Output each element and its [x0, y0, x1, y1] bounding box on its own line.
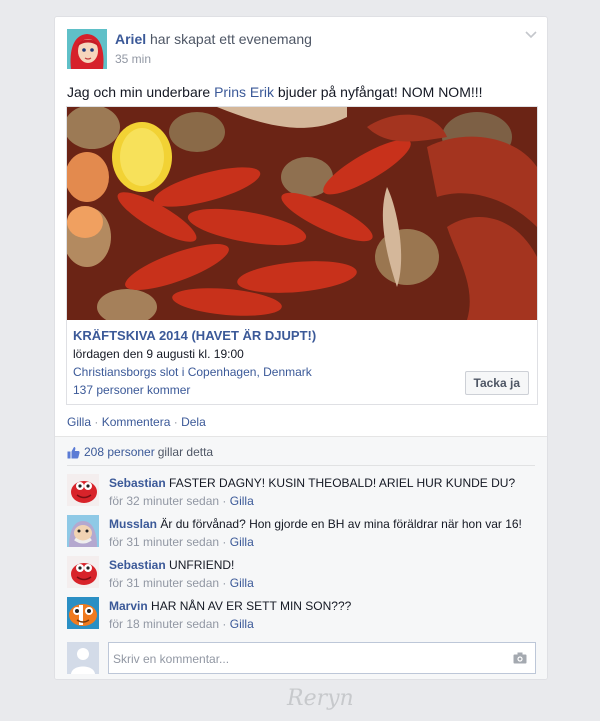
- current-user-avatar: [67, 642, 99, 674]
- post-action-text: har skapat ett evenemang: [150, 31, 312, 47]
- sebastian-avatar[interactable]: [67, 474, 99, 506]
- comment-author[interactable]: Sebastian: [109, 476, 166, 490]
- divider: [67, 465, 535, 466]
- comment-text: Är du förvånad? Hon gjorde en BH av mina…: [160, 517, 522, 531]
- like-link[interactable]: Gilla: [67, 415, 91, 429]
- comment-item: Sebastian UNFRIEND! för 31 minuter sedan…: [67, 556, 537, 590]
- comment-like-link[interactable]: Gilla: [230, 576, 254, 590]
- comment-time[interactable]: för 18 minuter sedan: [109, 617, 219, 631]
- comment-item: Marvin HAR NÅN AV ER SETT MIN SON??? för…: [67, 597, 537, 631]
- artist-signature: Reryn: [287, 686, 354, 711]
- comment-text: FASTER DAGNY! KUSIN THEOBALD! ARIEL HUR …: [169, 476, 516, 490]
- post-header: Ariel har skapat ett evenemang 35 min: [67, 29, 312, 69]
- prins-erik-link[interactable]: Prins Erik: [214, 84, 274, 100]
- post-card: Ariel har skapat ett evenemang 35 min Ja…: [54, 16, 548, 680]
- post-text-start: Jag och min underbare: [67, 84, 215, 100]
- comment-placeholder: Skriv en kommentar...: [113, 652, 230, 666]
- event-date: lördagen den 9 augusti kl. 19:00: [73, 347, 244, 361]
- action-separator: ·: [173, 415, 178, 429]
- likes-count-link[interactable]: 208 personer: [84, 445, 155, 459]
- comment-text: UNFRIEND!: [169, 558, 235, 572]
- sebastian-avatar[interactable]: [67, 556, 99, 588]
- feedback-section: 208 personer gillar detta Sebastian FAST…: [55, 436, 547, 679]
- likes-summary: 208 personer gillar detta: [67, 445, 213, 459]
- comment-author[interactable]: Sebastian: [109, 558, 166, 572]
- comment-item: Sebastian FASTER DAGNY! KUSIN THEOBALD! …: [67, 474, 537, 508]
- thumbs-up-icon: [67, 446, 80, 458]
- comment-text: HAR NÅN AV ER SETT MIN SON???: [151, 599, 352, 613]
- comment-link[interactable]: Kommentera: [102, 415, 171, 429]
- likes-suffix: gillar detta: [157, 445, 214, 459]
- comment-time[interactable]: för 32 minuter sedan: [109, 494, 219, 508]
- musslan-avatar[interactable]: [67, 515, 99, 547]
- comment-author[interactable]: Marvin: [109, 599, 148, 613]
- comment-item: Musslan Är du förvånad? Hon gjorde en BH…: [67, 515, 537, 549]
- comment-composer: Skriv en kommentar...: [67, 642, 536, 674]
- action-separator: ·: [94, 415, 99, 429]
- comment-like-link[interactable]: Gilla: [230, 535, 254, 549]
- comment-time[interactable]: för 31 minuter sedan: [109, 576, 219, 590]
- marvin-avatar[interactable]: [67, 597, 99, 629]
- comment-like-link[interactable]: Gilla: [230, 617, 254, 631]
- ariel-avatar[interactable]: [67, 29, 107, 69]
- post-text-end: bjuder på nyfångat! NOM NOM!!!: [274, 84, 483, 100]
- post-actions: Gilla · Kommentera · Dela: [67, 415, 206, 429]
- camera-icon[interactable]: [513, 652, 527, 664]
- comment-like-link[interactable]: Gilla: [230, 494, 254, 508]
- event-title[interactable]: KRÄFTSKIVA 2014 (HAVET ÄR DJUPT!): [73, 328, 533, 343]
- share-link[interactable]: Dela: [181, 415, 206, 429]
- event-attachment[interactable]: KRÄFTSKIVA 2014 (HAVET ÄR DJUPT!) lördag…: [63, 105, 538, 405]
- join-event-button[interactable]: Tacka ja: [464, 371, 529, 395]
- post-author-name[interactable]: Ariel: [115, 31, 146, 47]
- chevron-down-icon[interactable]: [525, 31, 537, 39]
- comment-time[interactable]: för 31 minuter sedan: [109, 535, 219, 549]
- crawfish-photo[interactable]: [63, 105, 537, 325]
- comment-author[interactable]: Musslan: [109, 517, 157, 531]
- post-message: Jag och min underbare Prins Erik bjuder …: [67, 84, 483, 100]
- post-timestamp[interactable]: 35 min: [115, 52, 312, 66]
- comment-input[interactable]: Skriv en kommentar...: [108, 642, 536, 674]
